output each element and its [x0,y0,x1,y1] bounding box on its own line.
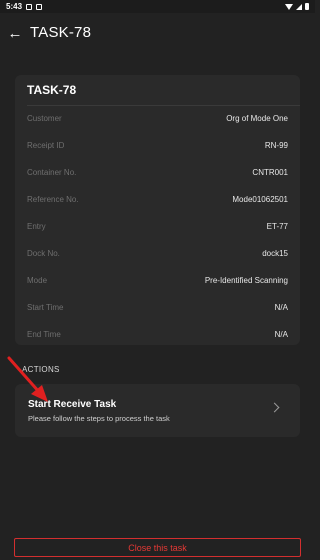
app-header: ← TASK-78 [0,18,315,48]
detail-row-receipt-id: Receipt ID RN-99 [27,138,288,152]
card-divider [27,105,300,106]
detail-label: End Time [27,329,61,339]
task-details-card: TASK-78 Customer Org of Mode One Receipt… [15,75,300,345]
signal-icon [296,3,302,10]
card-title: TASK-78 [27,83,77,97]
detail-value: CNTR001 [252,167,288,177]
page-title: TASK-78 [30,24,92,41]
back-button[interactable]: ← [6,22,24,44]
chevron-right-icon [269,402,280,413]
detail-value: dock15 [262,248,288,258]
action-title: Start Receive Task [28,399,117,410]
detail-value: Org of Mode One [226,113,288,123]
start-receive-task-button[interactable]: Start Receive Task Please follow the ste… [15,384,300,437]
detail-row-reference-no: Reference No. Mode01062501 [27,192,288,206]
detail-label: Reference No. [27,194,79,204]
status-time: 5:43 [6,2,23,11]
detail-label: Dock No. [27,248,60,258]
detail-row-dock-no: Dock No. dock15 [27,246,288,260]
detail-value: ET-77 [266,221,288,231]
status-left: 5:43 [6,2,43,11]
detail-row-mode: Mode Pre-Identified Scanning [27,273,288,287]
detail-value: N/A [274,302,288,312]
notification-icon [36,3,43,10]
action-subtitle: Please follow the steps to process the t… [28,414,170,423]
detail-value: RN-99 [264,140,288,150]
detail-label: Entry [27,221,46,231]
detail-label: Customer [27,113,62,123]
detail-value: Mode01062501 [232,194,288,204]
detail-row-start-time: Start Time N/A [27,300,288,314]
detail-value: N/A [274,329,288,339]
detail-value: Pre-Identified Scanning [204,275,288,285]
detail-label: Mode [27,275,48,285]
detail-row-end-time: End Time N/A [27,327,288,341]
battery-icon [305,3,309,10]
detail-label: Container No. [27,167,77,177]
detail-row-container-no: Container No. CNTR001 [27,165,288,179]
detail-row-customer: Customer Org of Mode One [27,111,288,125]
back-arrow-icon: ← [7,24,23,42]
detail-label: Start Time [27,302,64,312]
screen: 5:43 ← TASK-78 TASK-78 Customer Org of M… [0,0,315,560]
notification-icon [26,3,33,10]
actions-section-label: ACTIONS [22,365,60,374]
wifi-icon [285,3,293,10]
detail-row-entry: Entry ET-77 [27,219,288,233]
close-task-button[interactable]: Close this task [14,538,301,557]
status-right [285,3,309,10]
status-bar: 5:43 [0,0,315,13]
detail-label: Receipt ID [27,140,65,150]
